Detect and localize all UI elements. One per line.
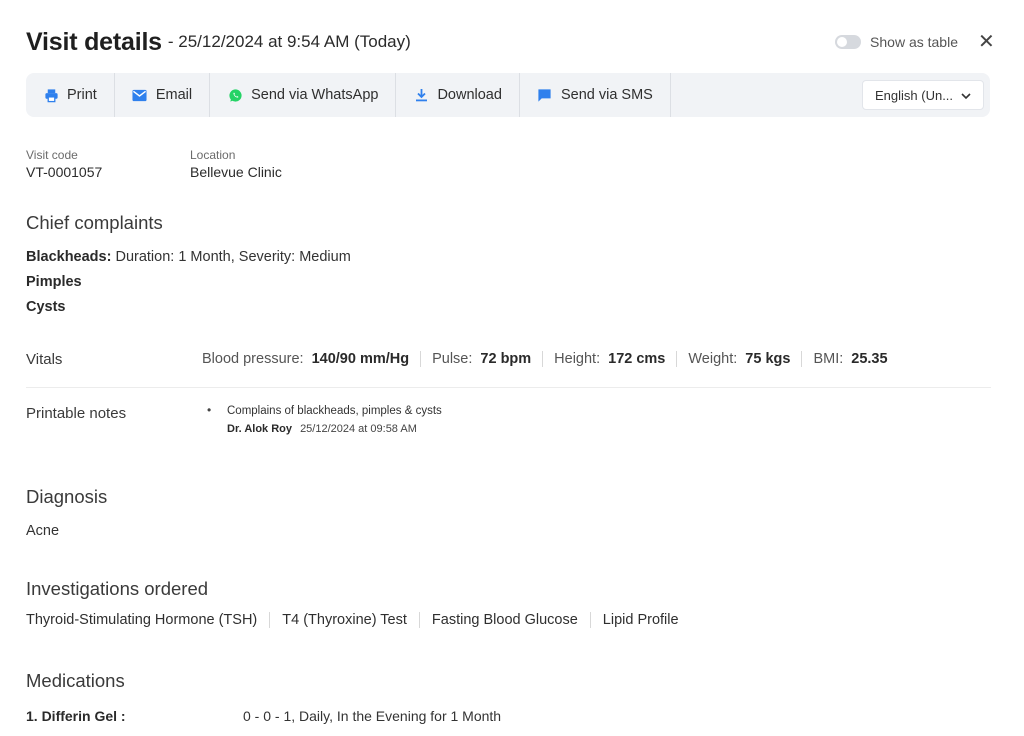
language-select[interactable]: English (Un... xyxy=(862,80,984,110)
download-button[interactable]: Download xyxy=(396,73,520,117)
close-icon[interactable]: ✕ xyxy=(978,32,995,52)
note-item: • Complains of blackheads, pimples & cys… xyxy=(207,403,442,435)
vital-bmi: BMI: 25.35 xyxy=(813,351,887,367)
sms-button[interactable]: Send via SMS xyxy=(520,73,671,117)
visit-code-block: Visit code VT-0001057 xyxy=(26,148,102,180)
print-button[interactable]: Print xyxy=(26,73,115,117)
vital-divider xyxy=(676,351,678,367)
sms-label: Send via SMS xyxy=(560,87,653,103)
header-actions: Show as table ✕ xyxy=(835,32,995,52)
medication-dosage: 0 - 0 - 1, Daily, In the Evening for 1 M… xyxy=(243,708,502,724)
whatsapp-button[interactable]: Send via WhatsApp xyxy=(210,73,397,117)
vital-label: Weight: xyxy=(688,351,738,367)
investigation-item: Lipid Profile xyxy=(602,612,679,628)
complaint-detail: Duration: 1 Month, Severity: Medium xyxy=(115,249,351,265)
investigation-item: T4 (Thyroxine) Test xyxy=(282,612,407,628)
investigations-heading: Investigations ordered xyxy=(26,578,209,599)
vital-pulse: Pulse: 72 bpm xyxy=(432,351,531,367)
complaint-name: Cysts xyxy=(26,299,66,315)
visit-datetime: - 25/12/2024 at 9:54 AM (Today) xyxy=(167,32,411,51)
chief-complaints-heading: Chief complaints xyxy=(26,212,163,233)
complaint-name: Pimples xyxy=(26,274,82,290)
investigation-divider xyxy=(418,612,420,628)
investigation-item: Thyroid-Stimulating Hormone (TSH) xyxy=(26,612,258,628)
complaint-item: Cysts xyxy=(26,299,66,315)
whatsapp-icon xyxy=(227,87,243,103)
show-as-table-toggle[interactable] xyxy=(835,35,862,49)
diagnosis-heading: Diagnosis xyxy=(26,486,108,507)
medication-name: 1. Differin Gel : xyxy=(26,708,126,724)
action-toolbar: Print Email Send via WhatsApp Download S… xyxy=(26,73,990,117)
vital-label: Height: xyxy=(554,351,601,367)
complaint-item: Pimples xyxy=(26,274,82,290)
vital-value: 75 kgs xyxy=(745,351,791,367)
visit-code-label: Visit code xyxy=(26,148,78,162)
vital-height: Height: 172 cms xyxy=(554,351,665,367)
printer-icon xyxy=(43,87,59,103)
vital-divider xyxy=(542,351,544,367)
complaint-name: Blackheads: xyxy=(26,249,112,265)
whatsapp-label: Send via WhatsApp xyxy=(251,87,379,103)
investigation-divider xyxy=(269,612,271,628)
note-bullet: • xyxy=(207,403,212,417)
header: Visit details - 25/12/2024 at 9:54 AM (T… xyxy=(26,26,995,58)
medication-row: 1. Differin Gel : 0 - 0 - 1, Daily, In t… xyxy=(26,708,501,724)
visit-code-value: VT-0001057 xyxy=(26,164,103,180)
note-text: Complains of blackheads, pimples & cysts xyxy=(227,405,442,417)
vital-weight: Weight: 75 kgs xyxy=(688,351,790,367)
email-button[interactable]: Email xyxy=(115,73,211,117)
location-block: Location Bellevue Clinic xyxy=(190,148,282,180)
vital-divider xyxy=(801,351,803,367)
medications-heading: Medications xyxy=(26,670,125,691)
note-timestamp: 25/12/2024 at 09:58 AM xyxy=(300,423,417,435)
investigations-list: Thyroid-Stimulating Hormone (TSH) T4 (Th… xyxy=(26,612,679,628)
vital-divider xyxy=(420,351,422,367)
vitals-heading: Vitals xyxy=(26,351,63,368)
vitals-list: Blood pressure: 140/90 mm/Hg Pulse: 72 b… xyxy=(202,348,888,367)
note-author: Dr. Alok Roy xyxy=(227,423,292,435)
mail-icon xyxy=(132,87,148,103)
note-author-line: Dr. Alok Roy 25/12/2024 at 09:58 AM xyxy=(227,423,442,435)
vital-value: 140/90 mm/Hg xyxy=(311,351,410,367)
complaint-item: Blackheads: Duration: 1 Month, Severity:… xyxy=(26,249,351,265)
investigation-divider xyxy=(589,612,591,628)
vital-value: 25.35 xyxy=(851,351,888,367)
show-as-table-label: Show as table xyxy=(870,34,958,50)
language-value: English (Un... xyxy=(875,87,954,103)
diagnosis-value: Acne xyxy=(26,523,60,539)
vital-label: Pulse: xyxy=(432,351,473,367)
vital-blood-pressure: Blood pressure: 140/90 mm/Hg xyxy=(202,351,409,367)
chevron-down-icon xyxy=(961,88,971,103)
download-label: Download xyxy=(437,87,502,103)
chat-bubble-icon xyxy=(537,87,553,103)
print-label: Print xyxy=(67,87,97,103)
location-label: Location xyxy=(190,148,236,162)
vital-label: BMI: xyxy=(813,351,844,367)
page-title: Visit details xyxy=(26,27,162,56)
vitals-row: Vitals Blood pressure: 140/90 mm/Hg Puls… xyxy=(26,348,991,388)
vital-value: 172 cms xyxy=(608,351,666,367)
printable-notes-heading: Printable notes xyxy=(26,405,127,422)
email-label: Email xyxy=(155,87,193,103)
location-value: Bellevue Clinic xyxy=(190,164,282,180)
download-icon xyxy=(413,87,429,103)
vital-label: Blood pressure: xyxy=(202,351,304,367)
investigation-item: Fasting Blood Glucose xyxy=(431,612,578,628)
vital-value: 72 bpm xyxy=(480,351,532,367)
